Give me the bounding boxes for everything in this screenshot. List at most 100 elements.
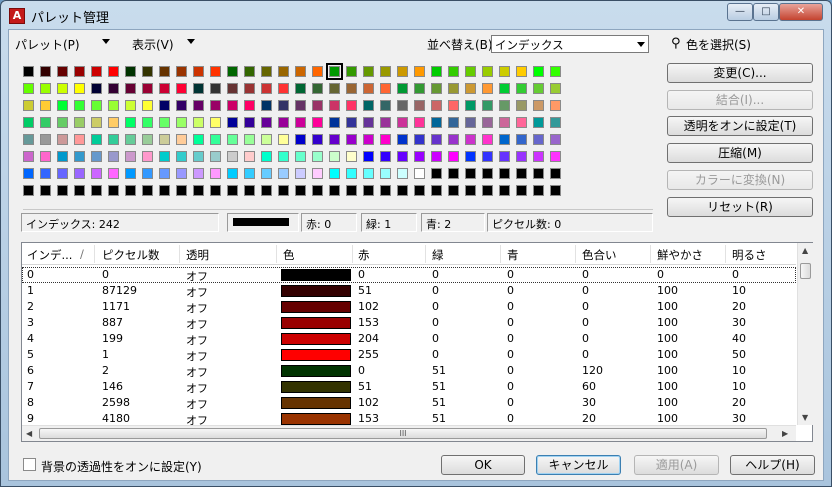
palette-swatch[interactable] — [363, 100, 374, 111]
palette-swatch[interactable] — [295, 151, 306, 162]
palette-swatch[interactable] — [125, 117, 136, 128]
sort-select[interactable]: インデックス — [491, 35, 649, 53]
column-divider[interactable] — [179, 245, 180, 263]
palette-swatch[interactable] — [278, 151, 289, 162]
palette-swatch[interactable] — [210, 66, 221, 77]
palette-swatch[interactable] — [210, 151, 221, 162]
palette-swatch[interactable] — [448, 151, 459, 162]
palette-swatch[interactable] — [295, 134, 306, 145]
palette-swatch[interactable] — [261, 168, 272, 179]
palette-swatch[interactable] — [176, 100, 187, 111]
palette-swatch[interactable] — [499, 185, 510, 196]
palette-swatch[interactable] — [57, 83, 68, 94]
palette-swatch[interactable] — [448, 117, 459, 128]
palette-swatch[interactable] — [227, 151, 238, 162]
palette-swatch[interactable] — [312, 185, 323, 196]
palette-swatch[interactable] — [414, 100, 425, 111]
palette-swatch[interactable] — [176, 168, 187, 179]
transparency-on-button[interactable]: 透明をオンに設定(T) — [667, 116, 813, 136]
palette-swatch[interactable] — [261, 117, 272, 128]
header-green[interactable]: 緑 — [432, 247, 444, 263]
column-divider[interactable] — [94, 245, 95, 263]
palette-swatch[interactable] — [448, 66, 459, 77]
palette-swatch[interactable] — [108, 168, 119, 179]
palette-swatch[interactable] — [23, 185, 34, 196]
palette-swatch[interactable] — [108, 185, 119, 196]
palette-swatch[interactable] — [499, 100, 510, 111]
palette-swatch[interactable] — [278, 83, 289, 94]
palette-swatch[interactable] — [91, 117, 102, 128]
column-divider[interactable] — [650, 245, 651, 263]
palette-swatch[interactable] — [91, 185, 102, 196]
palette-swatch[interactable] — [142, 151, 153, 162]
palette-swatch[interactable] — [448, 83, 459, 94]
palette-swatch[interactable] — [397, 117, 408, 128]
palette-swatch[interactable] — [465, 185, 476, 196]
palette-swatch[interactable] — [329, 117, 340, 128]
palette-swatch[interactable] — [74, 134, 85, 145]
palette-swatch[interactable] — [465, 168, 476, 179]
palette-swatch[interactable] — [244, 100, 255, 111]
palette-swatch[interactable] — [499, 168, 510, 179]
column-divider[interactable] — [352, 245, 353, 263]
palette-swatch[interactable] — [176, 66, 187, 77]
palette-swatch[interactable] — [108, 134, 119, 145]
palette-swatch[interactable] — [74, 185, 85, 196]
change-button[interactable]: 変更(C)... — [667, 63, 813, 83]
palette-swatch[interactable] — [329, 100, 340, 111]
palette-swatch[interactable] — [244, 117, 255, 128]
scroll-left-icon[interactable]: ◀ — [26, 429, 32, 438]
palette-swatch[interactable] — [227, 66, 238, 77]
palette-swatch[interactable] — [380, 83, 391, 94]
compress-button[interactable]: 圧縮(M) — [667, 143, 813, 163]
palette-swatch[interactable] — [142, 100, 153, 111]
palette-swatch[interactable] — [295, 83, 306, 94]
palette-swatch[interactable] — [397, 185, 408, 196]
palette-swatch[interactable] — [176, 134, 187, 145]
palette-swatch[interactable] — [142, 117, 153, 128]
palette-swatch[interactable] — [108, 83, 119, 94]
palette-swatch[interactable] — [397, 100, 408, 111]
palette-swatch[interactable] — [465, 151, 476, 162]
palette-swatch[interactable] — [159, 117, 170, 128]
palette-swatch[interactable] — [550, 168, 561, 179]
palette-swatch[interactable] — [499, 134, 510, 145]
palette-swatch[interactable] — [108, 100, 119, 111]
palette-swatch[interactable] — [380, 151, 391, 162]
palette-swatch[interactable] — [329, 185, 340, 196]
palette-swatch[interactable] — [125, 168, 136, 179]
palette-swatch[interactable] — [108, 151, 119, 162]
palette-swatch[interactable] — [363, 168, 374, 179]
palette-swatch[interactable] — [40, 100, 51, 111]
palette-swatch[interactable] — [414, 134, 425, 145]
palette-swatch[interactable] — [295, 168, 306, 179]
palette-swatch[interactable] — [193, 117, 204, 128]
table-row[interactable]: 3 887 オフ 153 0 0 0 100 30 — [22, 315, 796, 331]
palette-swatch[interactable] — [57, 185, 68, 196]
palette-swatch[interactable] — [210, 185, 221, 196]
palette-swatch[interactable] — [533, 168, 544, 179]
palette-swatch[interactable] — [295, 117, 306, 128]
palette-menu[interactable]: パレット(P) — [15, 36, 80, 53]
table-row[interactable]: 4 199 オフ 204 0 0 0 100 40 — [22, 331, 796, 347]
cancel-button[interactable]: キャンセル — [536, 455, 621, 475]
palette-swatch[interactable] — [91, 134, 102, 145]
palette-swatch[interactable] — [176, 117, 187, 128]
palette-swatch[interactable] — [295, 66, 306, 77]
palette-swatch[interactable] — [533, 100, 544, 111]
palette-swatch[interactable] — [397, 134, 408, 145]
palette-swatch[interactable] — [516, 100, 527, 111]
scroll-right-icon[interactable]: ▶ — [782, 429, 788, 438]
palette-swatch[interactable] — [57, 151, 68, 162]
palette-swatch[interactable] — [414, 185, 425, 196]
palette-swatch[interactable] — [482, 151, 493, 162]
palette-swatch[interactable] — [414, 66, 425, 77]
palette-swatch[interactable] — [499, 117, 510, 128]
header-pixels[interactable]: ピクセル数 — [102, 247, 160, 263]
palette-swatch[interactable] — [210, 100, 221, 111]
palette-swatch[interactable] — [193, 168, 204, 179]
palette-swatch[interactable] — [244, 151, 255, 162]
palette-swatch[interactable] — [465, 117, 476, 128]
palette-swatch[interactable] — [482, 66, 493, 77]
palette-swatch[interactable] — [23, 168, 34, 179]
